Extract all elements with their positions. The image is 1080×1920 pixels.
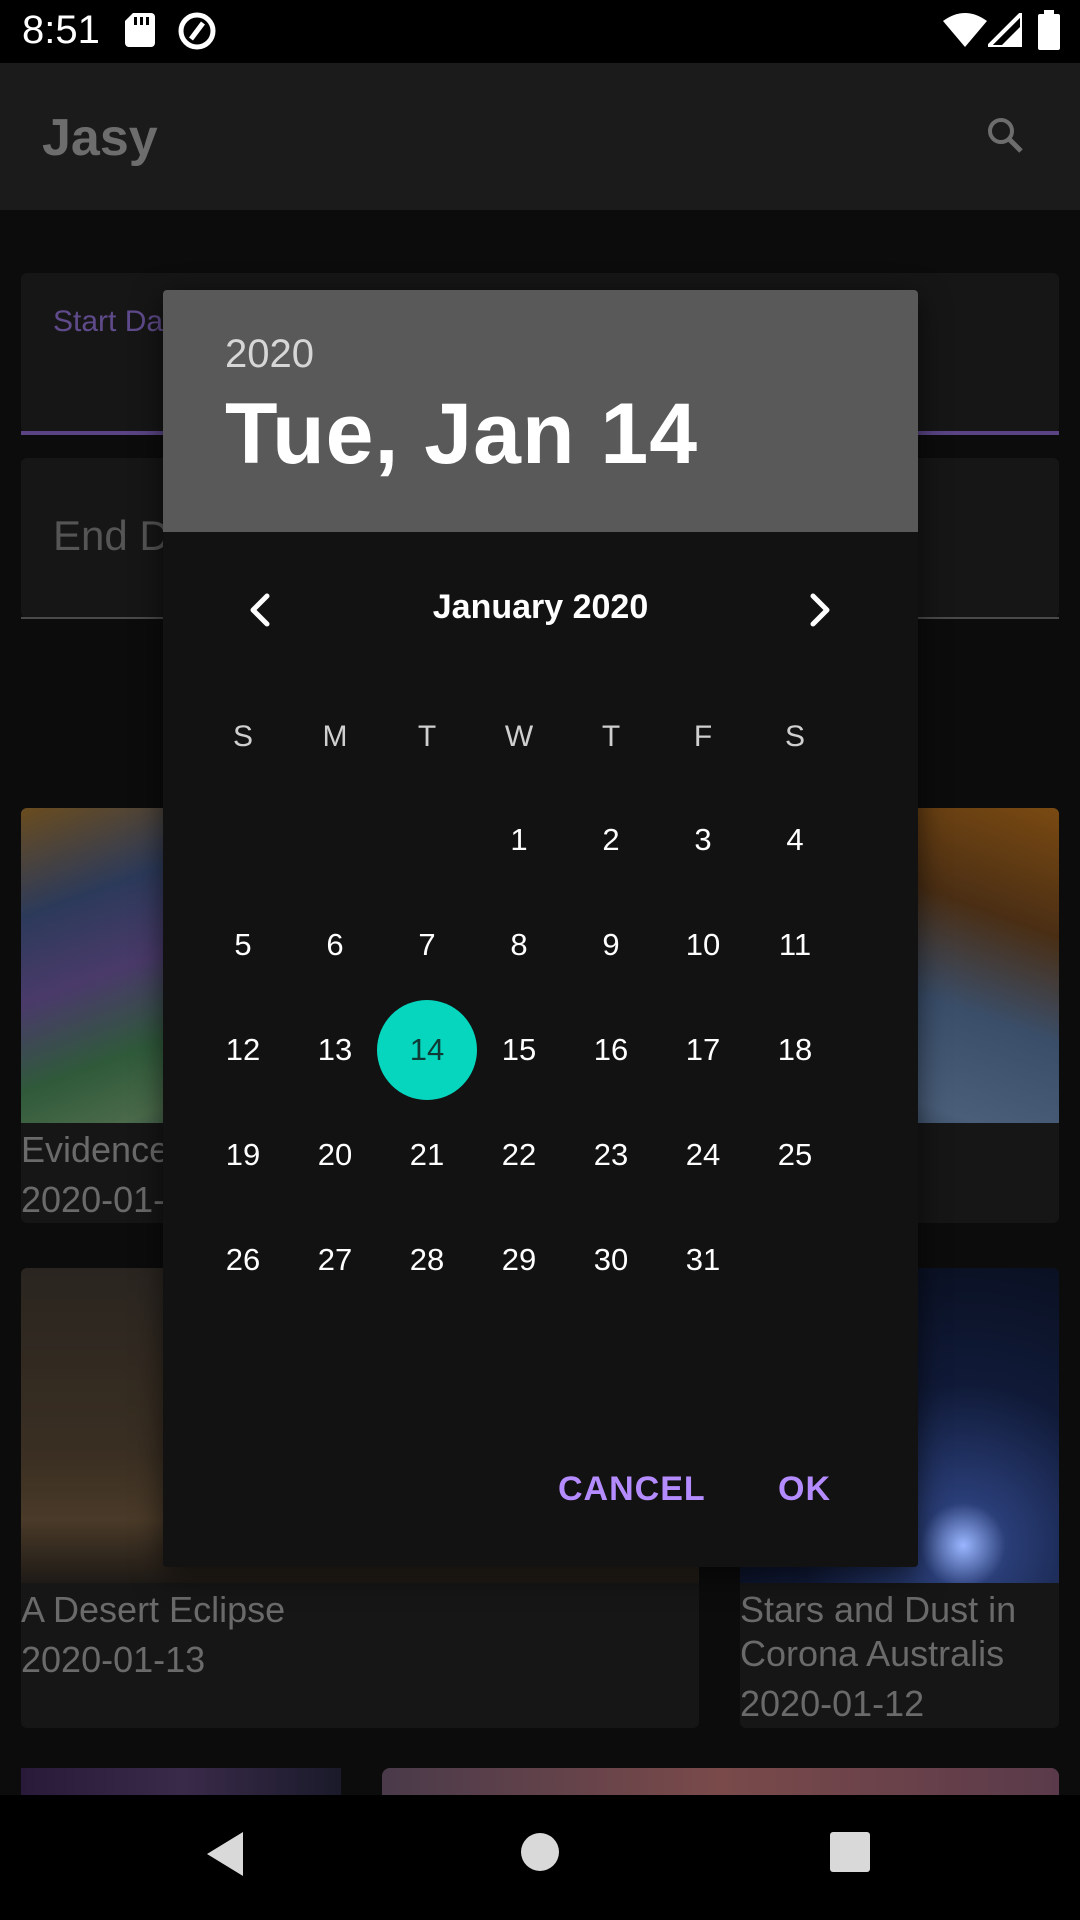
calendar-day[interactable]: 6 (285, 895, 385, 995)
app-title: Jasy (42, 109, 158, 167)
calendar-day[interactable]: 15 (469, 1000, 569, 1100)
calendar-day[interactable]: 25 (745, 1105, 845, 1205)
start-date-label: Start Da (53, 305, 164, 338)
chevron-right-icon[interactable] (789, 580, 849, 640)
ok-button[interactable]: OK (778, 1470, 831, 1509)
date-picker-dialog: 2020 Tue, Jan 14 January 2020 SMTWTFS 12… (163, 290, 918, 1567)
header-year[interactable]: 2020 (225, 332, 314, 377)
calendar-day[interactable]: 7 (377, 895, 477, 995)
apod-title-line2: Corona Australis (740, 1633, 1005, 1674)
apod-image (21, 1768, 341, 1795)
calendar-day[interactable]: 31 (653, 1210, 753, 1310)
status-bar: 8:51 (0, 0, 1080, 63)
calendar-day[interactable]: 11 (745, 895, 845, 995)
calendar-day[interactable]: 20 (285, 1105, 385, 1205)
calendar-day[interactable]: 30 (561, 1210, 661, 1310)
calendar-day[interactable]: 23 (561, 1105, 661, 1205)
end-date-placeholder: End D (53, 512, 170, 559)
app-bar: Jasy (0, 63, 1080, 210)
home-icon[interactable] (520, 1832, 560, 1877)
search-icon[interactable] (985, 115, 1025, 160)
calendar-day[interactable]: 3 (653, 790, 753, 890)
apod-date: 2020-01-12 (740, 1683, 925, 1724)
battery-icon (1038, 10, 1060, 55)
back-icon[interactable] (205, 1830, 245, 1883)
weekday-label: S (784, 720, 805, 753)
calendar-day[interactable]: 1 (469, 790, 569, 890)
month-navigation: January 2020 (163, 580, 918, 640)
calendar-day[interactable]: 17 (653, 1000, 753, 1100)
calendar-day[interactable]: 29 (469, 1210, 569, 1310)
calendar-day[interactable]: 22 (469, 1105, 569, 1205)
weekday-label: W (504, 720, 534, 753)
header-date[interactable]: Tue, Jan 14 (225, 385, 698, 484)
navigation-bar (0, 1795, 1080, 1920)
weekday-header: SMTWTFS (163, 720, 918, 770)
calendar-day[interactable]: 9 (561, 895, 661, 995)
apod-date: 2020-01-13 (21, 1639, 206, 1680)
date-picker-header: 2020 Tue, Jan 14 (163, 290, 918, 532)
calendar-day[interactable]: 10 (653, 895, 753, 995)
apod-date: 2020-01- (21, 1179, 166, 1220)
calendar-day[interactable]: 8 (469, 895, 569, 995)
calendar-day[interactable]: 26 (193, 1210, 293, 1310)
status-time: 8:51 (22, 8, 100, 52)
calendar-day[interactable]: 21 (377, 1105, 477, 1205)
weekday-label: F (693, 720, 713, 753)
weekday-label: T (417, 720, 437, 753)
calendar-day[interactable]: 24 (653, 1105, 753, 1205)
cancel-button[interactable]: CANCEL (558, 1470, 706, 1509)
dialog-actions: CANCEL OK (163, 1470, 918, 1540)
screen: 8:51 Jasy Start Da End D Evidence 2020-0… (0, 0, 1080, 1920)
selected-day[interactable]: 14 (377, 1000, 477, 1100)
apod-image (382, 1768, 1059, 1795)
sd-card-icon (125, 13, 155, 52)
apod-title-line1: Stars and Dust in (740, 1589, 1017, 1630)
calendar-day[interactable]: 28 (377, 1210, 477, 1310)
calendar-day[interactable]: 2 (561, 790, 661, 890)
wifi-icon (943, 13, 987, 52)
weekday-label: M (322, 720, 348, 753)
calendar-day[interactable]: 19 (193, 1105, 293, 1205)
cell-signal-icon (983, 8, 1024, 52)
weekday-label: T (601, 720, 621, 753)
calendar-day[interactable]: 4 (745, 790, 845, 890)
calendar-day[interactable]: 18 (745, 1000, 845, 1100)
calendar-day[interactable]: 13 (285, 1000, 385, 1100)
recents-icon[interactable] (830, 1832, 870, 1877)
data-saver-icon (177, 11, 217, 56)
weekday-label: S (232, 720, 253, 753)
calendar-day[interactable]: 27 (285, 1210, 385, 1310)
calendar-day[interactable]: 5 (193, 895, 293, 995)
calendar-day[interactable]: 12 (193, 1000, 293, 1100)
calendar-day[interactable]: 16 (561, 1000, 661, 1100)
apod-title: A Desert Eclipse (21, 1589, 286, 1630)
apod-title: Evidence (21, 1129, 170, 1170)
